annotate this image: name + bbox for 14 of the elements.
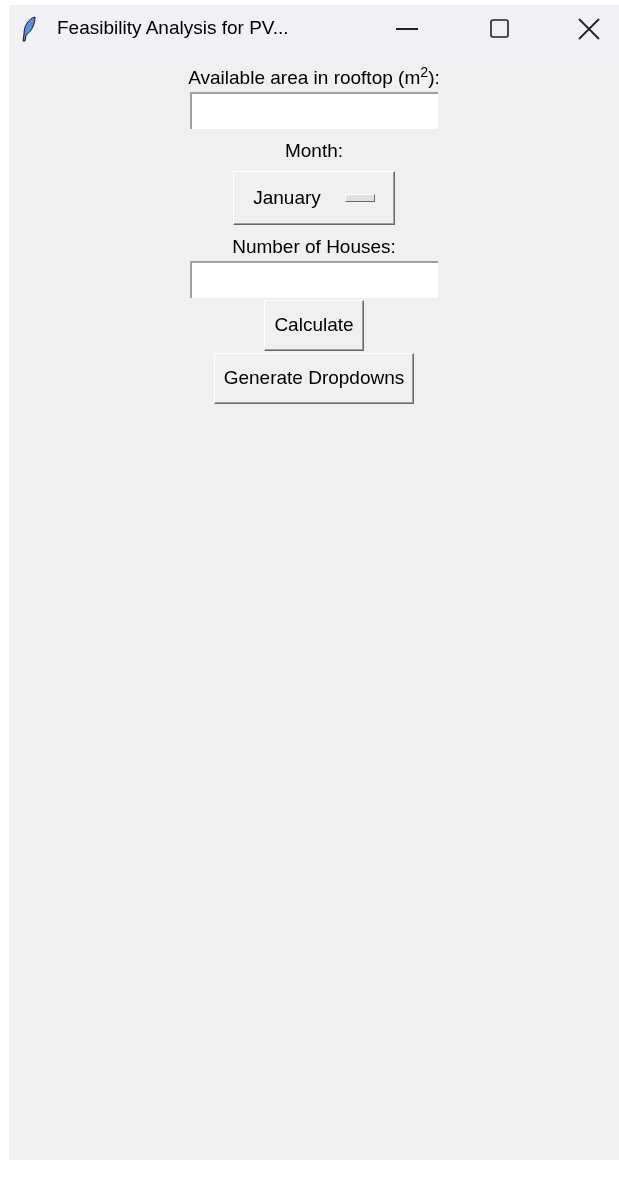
close-icon [578, 17, 600, 40]
field-label: Available area in rooftop (m$^{2}$): [188, 66, 440, 90]
generate-dropdowns-button[interactable]: Generate Dropdowns [213, 353, 415, 404]
calculate-button[interactable]: Calculate [264, 300, 364, 351]
window-title: Feasibility Analysis for PV... [57, 16, 289, 41]
maximize-icon [489, 19, 509, 38]
month-dropdown[interactable]: January [233, 171, 395, 225]
minimize-icon [396, 27, 418, 30]
dropdown-indicator-icon [344, 194, 375, 202]
input-field[interactable] [190, 92, 438, 129]
field-label: Number of Houses: [232, 235, 396, 259]
field-label: Month: [284, 139, 344, 163]
input-field[interactable] [190, 261, 438, 298]
feather-icon [21, 15, 37, 42]
